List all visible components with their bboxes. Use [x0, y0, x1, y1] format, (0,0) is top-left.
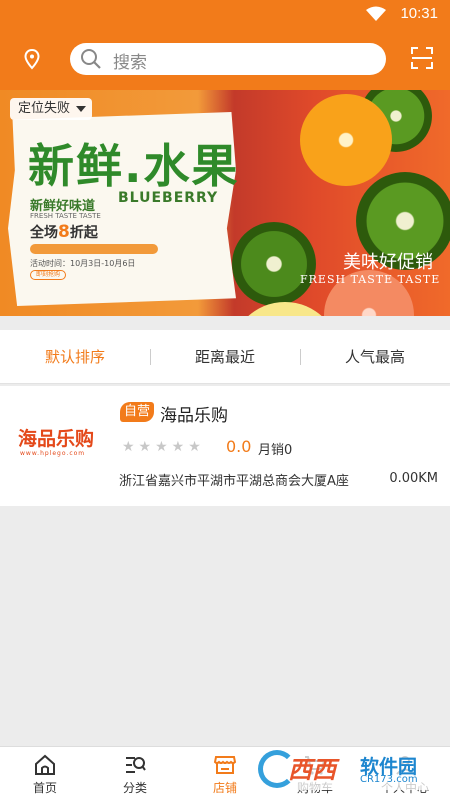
store-icon: [213, 756, 237, 774]
shop-address: 浙江省嘉兴市平湖市平湖总商会大厦A座: [119, 474, 349, 489]
shop-list-item[interactable]: 海品乐购 www.hplego.com 自营 海品乐购 ★★★★★ 0.0 月销…: [0, 386, 450, 506]
self-operated-badge: 自营: [120, 402, 154, 422]
banner-promo: 美味好促销: [343, 252, 433, 273]
status-time: 10:31: [400, 5, 438, 22]
banner-subtitle-en: FRESH TASTE TASTE: [30, 212, 101, 220]
tab-home[interactable]: 首页: [0, 747, 90, 798]
sale-number: 8: [58, 222, 70, 242]
tab-nearest[interactable]: 距离最近: [150, 330, 300, 384]
shop-logo: 海品乐购 www.hplego.com: [18, 424, 104, 460]
category-icon: [126, 757, 146, 773]
rating-stars: ★★★★★: [122, 439, 205, 455]
scan-icon[interactable]: [410, 46, 434, 70]
shop-name: 海品乐购: [160, 406, 228, 426]
top-header: 搜索: [0, 28, 450, 90]
location-pin-icon[interactable]: [20, 47, 44, 71]
watermark-site: CR173.com: [360, 774, 418, 785]
shop-logo-text: 海品乐购: [18, 428, 95, 450]
search-input[interactable]: 搜索: [70, 43, 386, 75]
kiwi-image: [232, 222, 316, 306]
sale-suffix: 折起: [69, 225, 98, 241]
tab-most-popular[interactable]: 人气最高: [300, 330, 450, 384]
watermark-logo: 西西 软件园 CR173.com: [256, 748, 436, 790]
home-icon: [35, 754, 55, 775]
tab-category[interactable]: 分类: [90, 747, 180, 798]
sort-bar: 默认排序 距离最近 人气最高: [0, 330, 450, 384]
banner-title: 新鲜.水果: [28, 139, 240, 193]
rating-value: 0.0: [226, 437, 252, 456]
tab-default-sort[interactable]: 默认排序: [0, 330, 150, 384]
search-placeholder: 搜索: [113, 53, 147, 73]
caret-down-icon: [76, 106, 87, 112]
banner-sale: 全场8折起: [30, 222, 98, 242]
banner-bar: [30, 244, 158, 254]
wifi-icon: [366, 6, 386, 21]
monthly-sales: 月销0: [258, 443, 293, 458]
shop-logo-url: www.hplego.com: [20, 450, 86, 457]
banner-buy-button[interactable]: 即刻抢购: [30, 270, 66, 280]
status-bar: 10:31: [0, 0, 450, 28]
banner-promo-en: FRESH TASTE TASTE: [300, 273, 441, 286]
tab-category-label: 分类: [122, 781, 147, 795]
sale-prefix: 全场: [30, 225, 58, 241]
banner-date: 活动时间：10月3日-10月6日: [30, 259, 136, 268]
orange-image: [300, 94, 392, 186]
location-status-label: 定位失败: [18, 101, 71, 116]
search-icon: [81, 49, 101, 69]
location-status-dropdown[interactable]: 定位失败: [10, 98, 93, 120]
watermark-brand: 西西: [288, 756, 336, 784]
banner-blueberry: BLUEBERRY: [118, 190, 219, 206]
shop-distance: 0.00KM: [389, 471, 438, 486]
tab-home-label: 首页: [32, 781, 57, 795]
